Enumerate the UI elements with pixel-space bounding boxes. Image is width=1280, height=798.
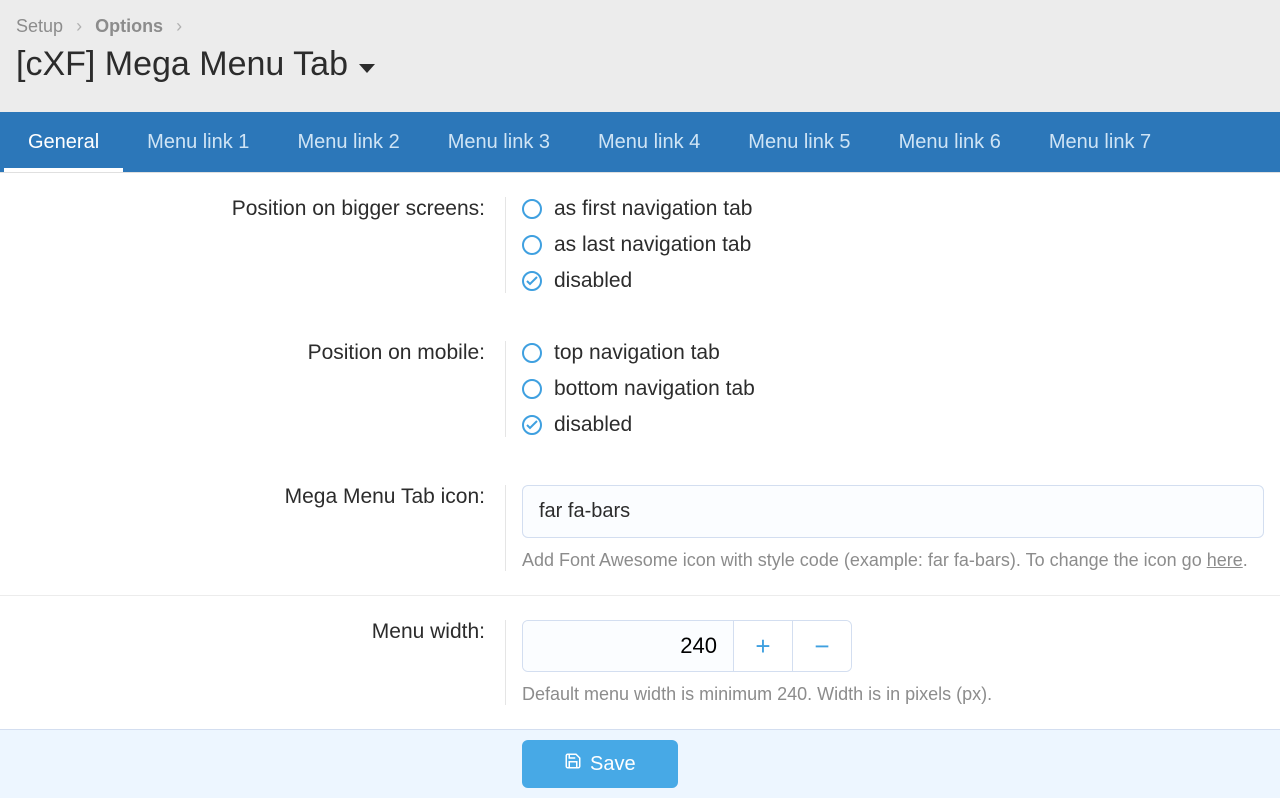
width-hint: Default menu width is minimum 240. Width… [522,684,1264,705]
radio-disabled-bigger[interactable]: disabled [522,269,1264,293]
radio-label: disabled [554,413,632,437]
tab-menu-link-7[interactable]: Menu link 7 [1025,113,1175,172]
radio-last-nav-tab[interactable]: as last navigation tab [522,233,1264,257]
page-title[interactable]: [cXF] Mega Menu Tab [16,45,376,84]
tab-menu-link-3[interactable]: Menu link 3 [424,113,574,172]
increment-button[interactable]: + [733,621,792,671]
breadcrumb: Setup › Options › [0,0,1280,37]
width-stepper: + − [522,620,852,672]
breadcrumb-item-options[interactable]: Options [95,16,163,36]
radio-icon [522,379,542,399]
icon-hint-link[interactable]: here [1207,550,1243,570]
radio-checked-icon [522,415,542,435]
tab-menu-link-6[interactable]: Menu link 6 [875,113,1025,172]
label-icon: Mega Menu Tab icon: [0,485,506,571]
radio-checked-icon [522,271,542,291]
options-panel: Position on bigger screens: as first nav… [0,172,1280,798]
radio-disabled-mobile[interactable]: disabled [522,413,1264,437]
icon-hint: Add Font Awesome icon with style code (e… [522,550,1264,571]
tab-general[interactable]: General [4,113,123,172]
tab-menu-link-4[interactable]: Menu link 4 [574,113,724,172]
tab-menu-link-2[interactable]: Menu link 2 [273,113,423,172]
radio-label: bottom navigation tab [554,377,755,401]
page-title-text: [cXF] Mega Menu Tab [16,45,348,84]
chevron-right-icon: › [76,16,82,36]
radio-bottom-nav-tab[interactable]: bottom navigation tab [522,377,1264,401]
chevron-right-icon: › [176,16,182,36]
radio-label: as last navigation tab [554,233,751,257]
caret-down-icon [358,45,376,84]
radio-label: top navigation tab [554,341,720,365]
radio-icon [522,235,542,255]
tab-menu-link-5[interactable]: Menu link 5 [724,113,874,172]
icon-input[interactable] [522,485,1264,538]
minus-icon: − [814,631,829,662]
radio-first-nav-tab[interactable]: as first navigation tab [522,197,1264,221]
width-input[interactable] [523,621,733,671]
save-bar: Save [0,729,1280,798]
radio-top-nav-tab[interactable]: top navigation tab [522,341,1264,365]
breadcrumb-item-setup[interactable]: Setup [16,16,63,36]
decrement-button[interactable]: − [792,621,851,671]
radio-icon [522,199,542,219]
save-icon [564,752,582,776]
radio-label: as first navigation tab [554,197,752,221]
radio-icon [522,343,542,363]
label-position-bigger: Position on bigger screens: [0,197,506,293]
radio-label: disabled [554,269,632,293]
save-label: Save [590,753,636,776]
save-button[interactable]: Save [522,740,678,788]
plus-icon: + [755,631,770,662]
label-width: Menu width: [0,620,506,705]
tab-menu-link-1[interactable]: Menu link 1 [123,113,273,172]
tab-bar: General Menu link 1 Menu link 2 Menu lin… [0,112,1280,172]
label-position-mobile: Position on mobile: [0,341,506,437]
